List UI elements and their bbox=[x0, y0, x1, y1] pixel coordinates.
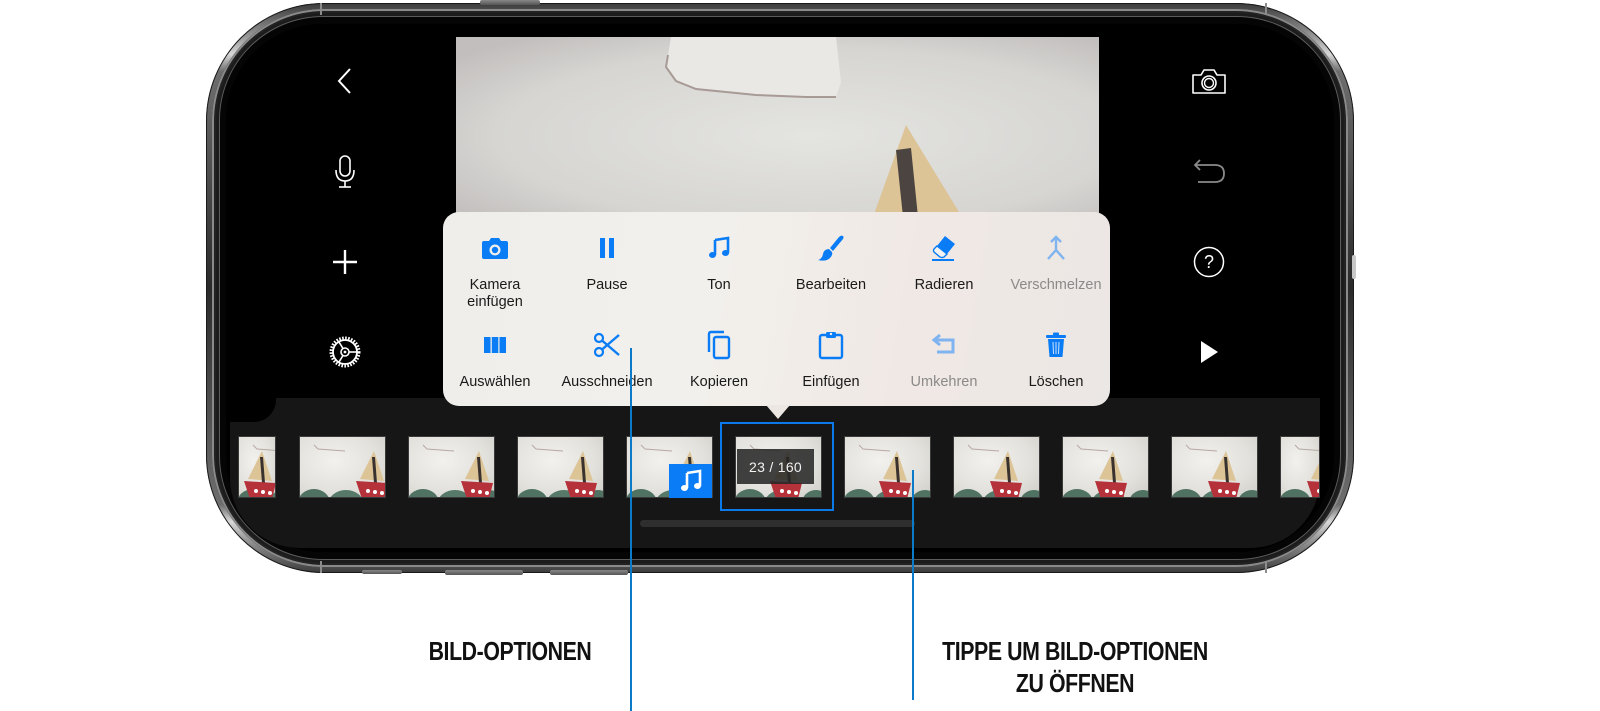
svg-text:?: ? bbox=[1204, 252, 1214, 272]
preview-image bbox=[456, 37, 1099, 217]
callout-tap-to-open: TIPPE UM BILD-OPTIONEN ZU ÖFFNEN bbox=[927, 635, 1222, 699]
side-button bbox=[480, 0, 540, 5]
frame-thumbnail-image bbox=[1063, 444, 1148, 497]
filmstrip-frame[interactable] bbox=[1062, 436, 1149, 498]
help-button[interactable]: ? bbox=[1189, 242, 1229, 282]
filmstrip-frame[interactable] bbox=[1171, 436, 1258, 498]
volume-up-button bbox=[445, 570, 523, 575]
paintbrush-icon bbox=[818, 235, 844, 261]
menu-item-delete[interactable]: Löschen bbox=[1000, 330, 1112, 391]
menu-item-cut[interactable]: Ausschneiden bbox=[551, 330, 663, 391]
menu-item-label: Pause bbox=[586, 277, 628, 293]
callout-line-2: ZU ÖFFNEN bbox=[1015, 668, 1135, 698]
menu-item-label: Kamera einfügen bbox=[467, 277, 523, 310]
frame-thumbnail-image bbox=[845, 444, 930, 497]
columns-icon bbox=[484, 337, 506, 353]
frame-thumbnail-image bbox=[409, 444, 494, 497]
scissors-icon bbox=[593, 332, 620, 358]
callout-line-tap bbox=[912, 470, 914, 700]
mute-switch bbox=[362, 570, 402, 574]
frame-thumbnail-image bbox=[239, 444, 275, 497]
filmstrip-frame[interactable] bbox=[1280, 436, 1320, 498]
add-button[interactable] bbox=[325, 242, 365, 282]
frame-preview bbox=[456, 37, 1099, 217]
menu-item-merge[interactable]: Verschmelzen bbox=[1000, 233, 1112, 294]
popover-arrow bbox=[766, 405, 790, 419]
camera-icon bbox=[1192, 69, 1226, 94]
chevron-left-icon bbox=[337, 68, 351, 94]
menu-item-label: Ausschneiden bbox=[561, 374, 653, 390]
help-icon: ? bbox=[1193, 246, 1225, 278]
music-note-icon bbox=[709, 236, 730, 258]
undo-icon bbox=[1193, 159, 1225, 183]
menu-item-label: Umkehren bbox=[910, 374, 978, 390]
frame-thumbnail-image bbox=[518, 444, 603, 497]
menu-item-label: Einfügen bbox=[802, 374, 860, 390]
trash-icon bbox=[1046, 332, 1066, 357]
antenna-seam bbox=[320, 3, 322, 15]
antenna-seam bbox=[1265, 561, 1267, 573]
menu-item-label: Radieren bbox=[914, 277, 974, 293]
callout-frame-options: BILD-OPTIONEN bbox=[428, 636, 592, 666]
filmstrip-frame[interactable] bbox=[299, 436, 386, 498]
eraser-icon bbox=[932, 236, 955, 261]
microphone-button[interactable] bbox=[325, 152, 365, 192]
filmstrip-frame[interactable] bbox=[238, 436, 276, 498]
callout-line-options bbox=[630, 348, 632, 711]
callout-line-1: TIPPE UM BILD-OPTIONEN bbox=[942, 636, 1208, 666]
menu-item-insert-camera[interactable]: Kamera einfügen bbox=[439, 233, 551, 311]
menu-item-label: Kopieren bbox=[689, 374, 749, 390]
filmstrip-frame[interactable] bbox=[517, 436, 604, 498]
filmstrip-frame[interactable] bbox=[408, 436, 495, 498]
plus-icon bbox=[333, 250, 357, 274]
menu-item-label: Ton bbox=[707, 277, 731, 293]
microphone-icon bbox=[335, 155, 355, 188]
back-button[interactable] bbox=[325, 61, 365, 101]
merge-icon bbox=[1047, 235, 1065, 260]
antenna-seam bbox=[320, 561, 322, 573]
menu-item-label: Verschmelzen bbox=[1010, 277, 1102, 293]
menu-item-sound[interactable]: Ton bbox=[663, 233, 775, 294]
menu-item-paste[interactable]: Einfügen bbox=[775, 330, 887, 391]
frame-thumbnail-image bbox=[954, 444, 1039, 497]
play-button[interactable] bbox=[1189, 332, 1229, 372]
pause-icon bbox=[600, 238, 614, 258]
frame-thumbnail-image bbox=[300, 444, 385, 497]
camera-button[interactable] bbox=[1189, 61, 1229, 101]
music-note-icon bbox=[680, 469, 701, 491]
frame-thumbnail-image bbox=[1281, 444, 1319, 497]
menu-item-label: Auswählen bbox=[459, 374, 531, 390]
menu-item-erase[interactable]: Radieren bbox=[888, 233, 1000, 294]
copy-icon bbox=[707, 330, 731, 360]
gear-icon bbox=[329, 336, 361, 368]
reverse-icon bbox=[931, 333, 955, 354]
clipboard-icon bbox=[818, 332, 844, 360]
audio-badge[interactable] bbox=[669, 464, 712, 498]
frame-thumbnail-image bbox=[1172, 444, 1257, 497]
antenna-seam bbox=[1265, 3, 1267, 15]
menu-item-reverse[interactable]: Umkehren bbox=[888, 330, 1000, 391]
side-button-right bbox=[1352, 255, 1356, 279]
menu-item-copy[interactable]: Kopieren bbox=[663, 330, 775, 391]
play-icon bbox=[1201, 341, 1218, 363]
frame-counter: 23 / 160 bbox=[737, 449, 814, 484]
menu-item-label: Löschen bbox=[1028, 374, 1084, 390]
undo-button[interactable] bbox=[1189, 152, 1229, 192]
filmstrip-frame[interactable] bbox=[953, 436, 1040, 498]
menu-item-select[interactable]: Auswählen bbox=[439, 330, 551, 391]
home-indicator bbox=[640, 520, 915, 527]
settings-button[interactable] bbox=[325, 332, 365, 372]
menu-item-pause[interactable]: Pause bbox=[551, 233, 663, 294]
menu-item-label: Bearbeiten bbox=[795, 277, 867, 293]
volume-down-button bbox=[550, 570, 628, 575]
filmstrip-frame[interactable] bbox=[844, 436, 931, 498]
camera-fill-icon bbox=[482, 238, 508, 259]
menu-item-edit[interactable]: Bearbeiten bbox=[775, 233, 887, 294]
